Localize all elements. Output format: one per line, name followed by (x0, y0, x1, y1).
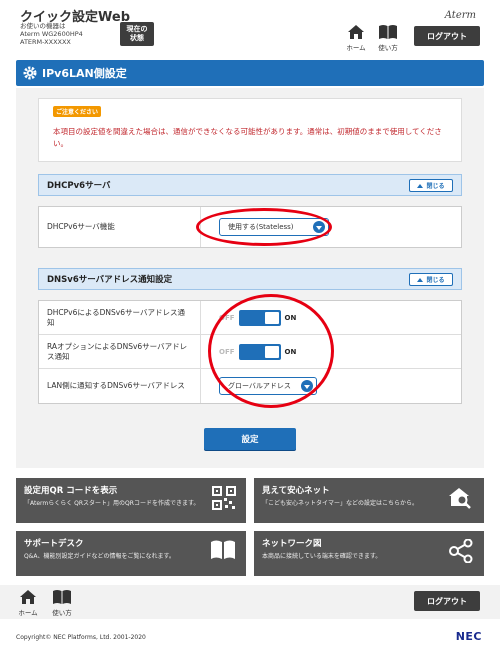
setting-control: 使用する(Stateless) (201, 207, 461, 247)
collapse-button[interactable]: 閉じる (409, 273, 453, 286)
toggle-track (238, 309, 281, 326)
home-label: ホーム (18, 609, 38, 617)
device-name: ATERM-XXXXXX (20, 38, 71, 46)
toggle-on-label: ON (284, 313, 297, 322)
toggle-knob (264, 311, 279, 324)
help-nav[interactable]: 使い方 (46, 589, 78, 617)
toggle-knob (264, 345, 279, 358)
status-button-line2: 状態 (130, 34, 144, 42)
card-title: 設定用QR コードを表示 (24, 486, 118, 496)
table-row: LAN側に通知するDNSv6サーバアドレス グローバルアドレス (39, 369, 461, 403)
card-title: 見えて安心ネット (262, 486, 330, 496)
help-nav[interactable]: 使い方 (372, 24, 404, 52)
home-nav[interactable]: ホーム (340, 24, 372, 52)
help-label: 使い方 (52, 609, 72, 617)
logout-button[interactable]: ログアウト (414, 591, 480, 611)
book-icon (53, 590, 71, 604)
submit-button[interactable]: 設定 (204, 428, 296, 450)
footer-nav: ホーム 使い方 ログアウト (0, 585, 500, 619)
caret-up-icon (417, 183, 424, 188)
book-icon (211, 540, 235, 559)
card-title: ネットワーク図 (262, 539, 322, 549)
header: クイック設定Web お使いの機器は Aterm WG2600HP4 ATERM-… (0, 0, 500, 60)
device-model: Aterm WG2600HP4 (20, 30, 83, 38)
chevron-down-icon (313, 221, 325, 233)
select-value: グローバルアドレス (228, 382, 291, 390)
network-icon (449, 539, 473, 563)
card-title: サポートデスク (24, 539, 84, 549)
ra-dns-toggle[interactable]: OFF ON (219, 343, 297, 360)
dns-settings-table: DHCPv6によるDNSv6サーバアドレス通知 OFF ON RAオプションによ… (38, 300, 462, 404)
toggle-off-label: OFF (219, 347, 235, 356)
gear-icon (23, 66, 37, 80)
brand-logo: Aterm (444, 10, 476, 21)
help-label: 使い方 (378, 44, 398, 52)
notice-box: ご注意ください 本項目の設定値を間違えた場合は、通信ができなくなる可能性がありま… (38, 98, 462, 162)
toggle-off-label: OFF (219, 313, 235, 322)
device-info: お使いの機器は Aterm WG2600HP4 ATERM-XXXXXX (20, 22, 83, 46)
collapse-button[interactable]: 閉じる (409, 179, 453, 192)
section-title: DNSv6サーバアドレス通知設定 (47, 275, 173, 285)
setting-label: DHCPv6サーバ機能 (39, 207, 201, 247)
setting-label: DHCPv6によるDNSv6サーバアドレス通知 (39, 301, 201, 334)
table-row: RAオプションによるDNSv6サーバアドレス通知 OFF ON (39, 335, 461, 369)
notice-text: 本項目の設定値を間違えた場合は、通信ができなくなる可能性があります。通常は、初期… (53, 127, 442, 148)
toggle-on-label: ON (284, 347, 297, 356)
home-label: ホーム (346, 44, 366, 52)
lan-dns-address-select[interactable]: グローバルアドレス (219, 377, 317, 395)
dhcpv6-settings-table: DHCPv6サーバ機能 使用する(Stateless) (38, 206, 462, 248)
logout-button[interactable]: ログアウト (414, 26, 480, 46)
card-desc: 「こども安心ネットタイマー」などの設定はこちらから。 (262, 500, 419, 507)
setting-control: グローバルアドレス (201, 369, 461, 403)
support-desk-card[interactable]: サポートデスク Q&A、機能別設定ガイドなどの情報をご覧になれます。 (16, 531, 246, 576)
qr-code-icon (212, 486, 236, 510)
notice-badge: ご注意ください (53, 106, 102, 117)
setting-label: RAオプションによるDNSv6サーバアドレス通知 (39, 335, 201, 368)
home-icon (20, 590, 36, 604)
caret-up-icon (417, 277, 424, 282)
network-map-card[interactable]: ネットワーク図 本商品に接続している端末を確認できます。 (254, 531, 484, 576)
current-status-button[interactable]: 現在の 状態 (120, 22, 154, 46)
setting-control: OFF ON (201, 301, 461, 334)
card-desc: 「Atermらくらく QRスタート」用のQRコードを作成できます。 (24, 500, 200, 507)
chevron-down-icon (301, 380, 313, 392)
home-icon (348, 25, 364, 39)
copyright: Copyright© NEC Platforms, Ltd. 2001-2020 (16, 634, 146, 641)
setting-label: LAN側に通知するDNSv6サーバアドレス (39, 369, 201, 403)
dns-section-header: DNSv6サーバアドレス通知設定 閉じる (38, 268, 462, 290)
device-info-line: お使いの機器は (20, 22, 66, 30)
dhcpv6-section-header: DHCPv6サーバ 閉じる (38, 174, 462, 196)
book-icon (379, 25, 397, 39)
nec-logo: NEC (455, 630, 482, 643)
status-button-line1: 現在の (126, 25, 148, 33)
section-title: DHCPv6サーバ (47, 181, 111, 191)
card-desc: Q&A、機能別設定ガイドなどの情報をご覧になれます。 (24, 553, 175, 560)
page-title-bar: IPv6LAN側設定 (16, 60, 484, 86)
select-value: 使用する(Stateless) (228, 223, 294, 231)
dhcpv6-server-select[interactable]: 使用する(Stateless) (219, 218, 329, 236)
qr-code-card[interactable]: 設定用QR コードを表示 「Atermらくらく QRスタート」用のQRコードを作… (16, 478, 246, 523)
mieru-anshin-card[interactable]: 見えて安心ネット 「こども安心ネットタイマー」などの設定はこちらから。 (254, 478, 484, 523)
setting-control: OFF ON (201, 335, 461, 368)
content-panel: ご注意ください 本項目の設定値を間違えた場合は、通信ができなくなる可能性がありま… (16, 88, 484, 468)
home-nav[interactable]: ホーム (12, 589, 44, 617)
table-row: DHCPv6サーバ機能 使用する(Stateless) (39, 207, 461, 247)
dhcpv6-dns-toggle[interactable]: OFF ON (219, 309, 297, 326)
home-search-icon (449, 488, 471, 509)
page-title: IPv6LAN側設定 (42, 67, 127, 80)
collapse-label: 閉じる (426, 183, 445, 190)
collapse-label: 閉じる (426, 277, 445, 284)
card-desc: 本商品に接続している端末を確認できます。 (262, 553, 382, 560)
toggle-track (238, 343, 281, 360)
table-row: DHCPv6によるDNSv6サーバアドレス通知 OFF ON (39, 301, 461, 335)
